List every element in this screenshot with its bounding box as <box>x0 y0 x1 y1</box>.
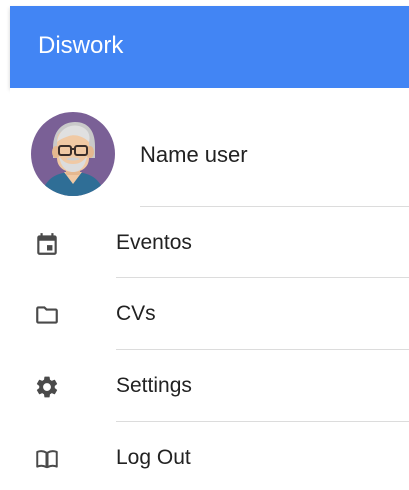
avatar-old-man-with-glasses-icon <box>31 112 115 196</box>
nav-item-eventos[interactable]: Eventos <box>10 213 409 273</box>
user-profile[interactable]: Name user <box>10 88 409 206</box>
nav-item-log-out[interactable]: Log Out <box>10 428 409 488</box>
divider <box>116 349 409 350</box>
app-title: Diswork <box>38 32 124 59</box>
gear-icon <box>34 374 60 400</box>
user-name: Name user <box>140 142 248 167</box>
nav-item-label: Log Out <box>116 446 191 469</box>
nav-item-label: Eventos <box>116 231 192 254</box>
app-bar: Diswork <box>10 6 409 88</box>
divider <box>116 277 409 278</box>
nav-item-label: CVs <box>116 302 156 325</box>
book-icon <box>34 446 60 472</box>
folder-icon <box>34 302 60 328</box>
divider <box>116 421 409 422</box>
divider <box>140 206 409 207</box>
calendar-icon <box>34 231 60 257</box>
app-screen: Diswork Name user Eventos CVs Settings L… <box>0 0 409 490</box>
nav-item-settings[interactable]: Settings <box>10 356 409 416</box>
nav-item-label: Settings <box>116 374 192 397</box>
avatar[interactable] <box>31 112 115 196</box>
navigation-drawer: Name user Eventos CVs Settings Log Out <box>10 88 409 490</box>
nav-item-cvs[interactable]: CVs <box>10 284 409 344</box>
